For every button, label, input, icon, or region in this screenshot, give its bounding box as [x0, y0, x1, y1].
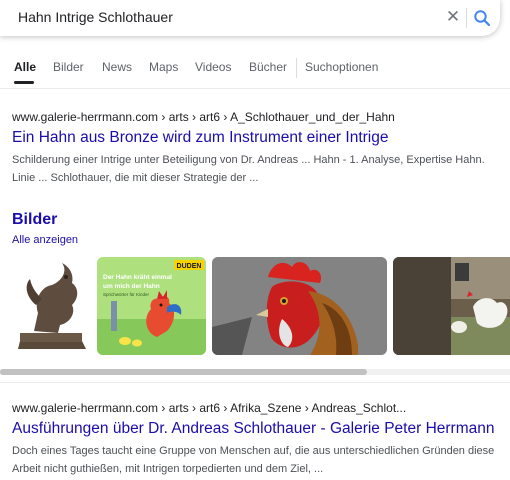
search-bar[interactable]: Hahn Intrige Schlothauer ✕ — [0, 0, 500, 36]
active-tab-indicator — [14, 81, 34, 84]
close-icon[interactable]: ✕ — [444, 7, 462, 27]
images-show-all-link[interactable]: Alle anzeigen — [12, 234, 78, 246]
result-url[interactable]: www.galerie-herrmann.com › arts › art6 ›… — [12, 110, 502, 124]
book-caption: Sprichwörter für Kinder — [103, 292, 150, 297]
result-snippet: Schilderung einer Intrige unter Beteilig… — [12, 154, 485, 184]
section-divider — [0, 382, 510, 383]
tabs-divider — [0, 88, 510, 89]
search-icon[interactable] — [473, 8, 491, 28]
tab-maps[interactable]: Maps — [149, 60, 178, 74]
tab-buecher[interactable]: Bücher — [249, 60, 287, 74]
book-title-line2: um mich der Hahn — [103, 283, 160, 290]
result-title-link[interactable]: Ausführungen über Dr. Andreas Schlothaue… — [12, 420, 502, 438]
result-snippet: Doch eines Tages taucht eine Gruppe von … — [12, 445, 495, 475]
tab-suchoptionen[interactable]: Suchoptionen — [305, 60, 378, 74]
result-title-link[interactable]: Ein Hahn aus Bronze wird zum Instrument … — [12, 129, 502, 147]
search-result-1: www.galerie-herrmann.com › arts › art6 ›… — [12, 110, 502, 187]
image-thumbnail-rooster-photo[interactable] — [212, 257, 387, 355]
search-divider — [466, 8, 467, 28]
tab-alle[interactable]: Alle — [14, 60, 36, 74]
scrollbar-thumb[interactable] — [0, 369, 367, 375]
tab-separator — [296, 58, 297, 78]
search-result-2: www.galerie-herrmann.com › arts › art6 ›… — [12, 401, 502, 478]
image-thumbnail-white-rooster[interactable] — [393, 257, 510, 355]
image-thumbnail-duden-book[interactable]: DUDEN Der Hahn kräht einmal um mich der … — [97, 257, 206, 355]
search-input[interactable]: Hahn Intrige Schlothauer — [18, 9, 173, 25]
image-carousel-scrollbar[interactable] — [0, 369, 510, 375]
result-url[interactable]: www.galerie-herrmann.com › arts › art6 ›… — [12, 401, 502, 415]
tab-videos[interactable]: Videos — [195, 60, 231, 74]
book-title-line1: Der Hahn kräht einmal — [103, 274, 172, 281]
image-thumbnail-bronze-rooster[interactable] — [12, 257, 92, 355]
tab-bilder[interactable]: Bilder — [53, 60, 84, 74]
duden-badge: DUDEN — [177, 263, 202, 270]
images-heading[interactable]: Bilder — [12, 211, 57, 229]
tab-news[interactable]: News — [102, 60, 132, 74]
